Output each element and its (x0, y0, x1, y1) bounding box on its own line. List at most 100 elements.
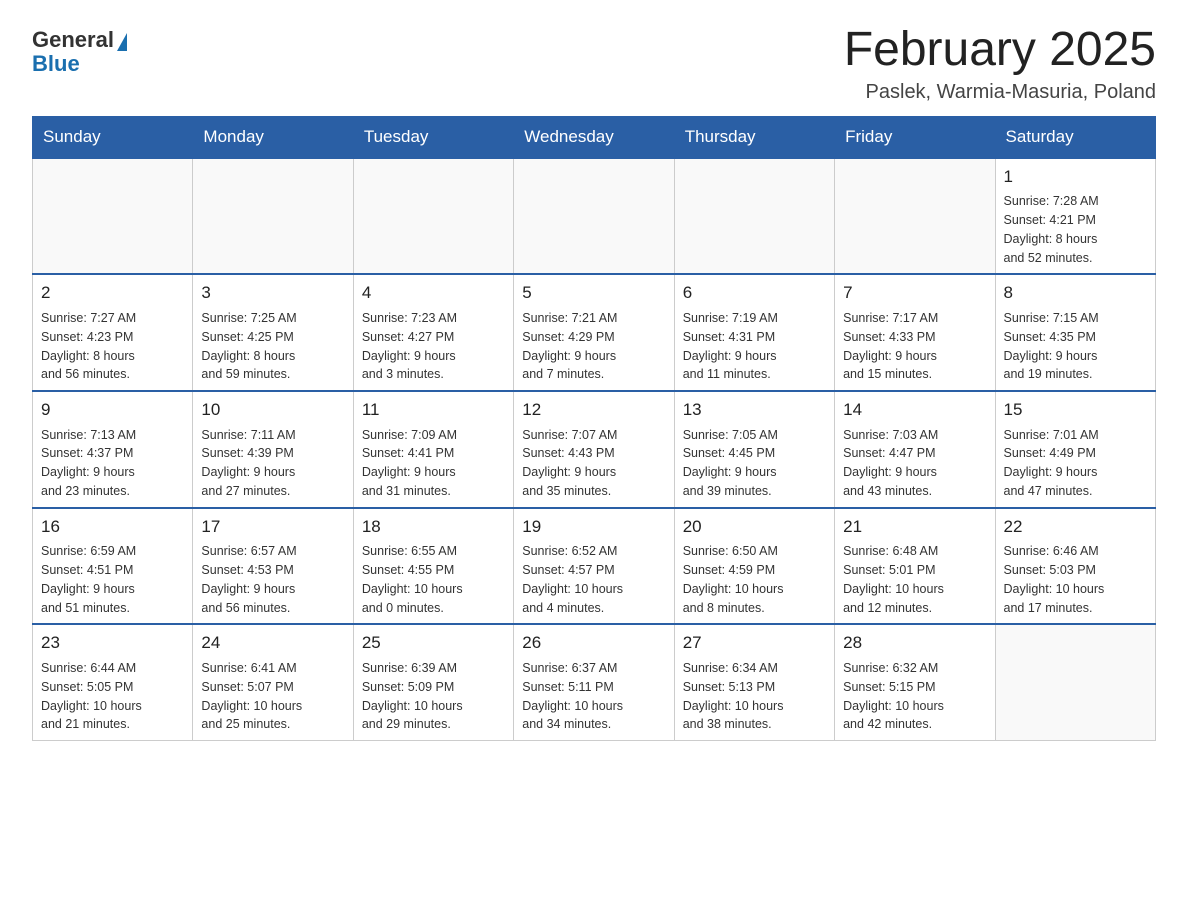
day-info: Sunrise: 6:59 AM Sunset: 4:51 PM Dayligh… (41, 542, 184, 617)
day-number: 11 (362, 398, 505, 423)
day-info: Sunrise: 7:09 AM Sunset: 4:41 PM Dayligh… (362, 426, 505, 501)
calendar-day-cell: 26 Sunrise: 6:37 AM Sunset: 5:11 PM Dayli… (514, 624, 674, 740)
day-info: Sunrise: 7:25 AM Sunset: 4:25 PM Dayligh… (201, 309, 344, 384)
day-number: 23 (41, 631, 184, 656)
day-info: Sunrise: 7:17 AM Sunset: 4:33 PM Dayligh… (843, 309, 986, 384)
day-info: Sunrise: 7:28 AM Sunset: 4:21 PM Dayligh… (1004, 192, 1147, 267)
calendar-day-cell: 4 Sunrise: 7:23 AM Sunset: 4:27 PM Daylig… (353, 274, 513, 391)
day-number: 15 (1004, 398, 1147, 423)
calendar-week-row: 1Sunrise: 7:28 AM Sunset: 4:21 PM Daylig… (33, 158, 1156, 275)
calendar-day-cell: 27 Sunrise: 6:34 AM Sunset: 5:13 PM Dayli… (674, 624, 834, 740)
calendar-day-cell (353, 158, 513, 275)
day-info: Sunrise: 6:48 AM Sunset: 5:01 PM Dayligh… (843, 542, 986, 617)
day-number: 26 (522, 631, 665, 656)
day-info: Sunrise: 7:13 AM Sunset: 4:37 PM Dayligh… (41, 426, 184, 501)
header-tuesday: Tuesday (353, 116, 513, 158)
logo-blue: Blue (32, 52, 80, 76)
day-number: 13 (683, 398, 826, 423)
header-monday: Monday (193, 116, 353, 158)
logo: General Blue (32, 28, 127, 76)
day-info: Sunrise: 6:55 AM Sunset: 4:55 PM Dayligh… (362, 542, 505, 617)
calendar-day-cell: 19Sunrise: 6:52 AM Sunset: 4:57 PM Dayli… (514, 508, 674, 625)
calendar-day-cell: 20Sunrise: 6:50 AM Sunset: 4:59 PM Dayli… (674, 508, 834, 625)
day-info: Sunrise: 7:21 AM Sunset: 4:29 PM Dayligh… (522, 309, 665, 384)
day-number: 3 (201, 281, 344, 306)
header-saturday: Saturday (995, 116, 1155, 158)
day-number: 27 (683, 631, 826, 656)
calendar-day-cell: 7Sunrise: 7:17 AM Sunset: 4:33 PM Daylig… (835, 274, 995, 391)
calendar-day-cell: 8 Sunrise: 7:15 AM Sunset: 4:35 PM Daylig… (995, 274, 1155, 391)
header: General Blue February 2025 Paslek, Warmi… (32, 24, 1156, 104)
calendar-day-cell: 14 Sunrise: 7:03 AM Sunset: 4:47 PM Dayli… (835, 391, 995, 508)
day-info: Sunrise: 7:11 AM Sunset: 4:39 PM Dayligh… (201, 426, 344, 501)
logo-general: General (32, 28, 114, 52)
header-friday: Friday (835, 116, 995, 158)
day-info: Sunrise: 6:44 AM Sunset: 5:05 PM Dayligh… (41, 659, 184, 734)
day-info: Sunrise: 6:39 AM Sunset: 5:09 PM Dayligh… (362, 659, 505, 734)
calendar-day-cell: 17Sunrise: 6:57 AM Sunset: 4:53 PM Dayli… (193, 508, 353, 625)
calendar-day-cell: 28 Sunrise: 6:32 AM Sunset: 5:15 PM Dayli… (835, 624, 995, 740)
day-number: 8 (1004, 281, 1147, 306)
day-number: 1 (1004, 165, 1147, 190)
calendar-day-cell: 18Sunrise: 6:55 AM Sunset: 4:55 PM Dayli… (353, 508, 513, 625)
day-info: Sunrise: 7:19 AM Sunset: 4:31 PM Dayligh… (683, 309, 826, 384)
calendar-day-cell (33, 158, 193, 275)
calendar-day-cell: 6 Sunrise: 7:19 AM Sunset: 4:31 PM Daylig… (674, 274, 834, 391)
day-number: 2 (41, 281, 184, 306)
calendar-day-cell: 16Sunrise: 6:59 AM Sunset: 4:51 PM Dayli… (33, 508, 193, 625)
day-number: 4 (362, 281, 505, 306)
calendar-title: February 2025 (844, 24, 1156, 77)
day-info: Sunrise: 6:46 AM Sunset: 5:03 PM Dayligh… (1004, 542, 1147, 617)
day-number: 19 (522, 515, 665, 540)
day-info: Sunrise: 6:32 AM Sunset: 5:15 PM Dayligh… (843, 659, 986, 734)
calendar-day-cell: 15 Sunrise: 7:01 AM Sunset: 4:49 PM Dayli… (995, 391, 1155, 508)
day-number: 9 (41, 398, 184, 423)
calendar-week-row: 23 Sunrise: 6:44 AM Sunset: 5:05 PM Dayli… (33, 624, 1156, 740)
calendar-day-cell: 9 Sunrise: 7:13 AM Sunset: 4:37 PM Daylig… (33, 391, 193, 508)
calendar-day-cell: 1Sunrise: 7:28 AM Sunset: 4:21 PM Daylig… (995, 158, 1155, 275)
day-info: Sunrise: 6:34 AM Sunset: 5:13 PM Dayligh… (683, 659, 826, 734)
day-number: 10 (201, 398, 344, 423)
calendar-week-row: 2 Sunrise: 7:27 AM Sunset: 4:23 PM Daylig… (33, 274, 1156, 391)
day-number: 20 (683, 515, 826, 540)
calendar-subtitle: Paslek, Warmia-Masuria, Poland (844, 81, 1156, 104)
title-block: February 2025 Paslek, Warmia-Masuria, Po… (844, 24, 1156, 104)
header-sunday: Sunday (33, 116, 193, 158)
calendar-day-cell (995, 624, 1155, 740)
calendar-day-cell: 24Sunrise: 6:41 AM Sunset: 5:07 PM Dayli… (193, 624, 353, 740)
day-number: 28 (843, 631, 986, 656)
day-info: Sunrise: 6:41 AM Sunset: 5:07 PM Dayligh… (201, 659, 344, 734)
day-number: 16 (41, 515, 184, 540)
day-info: Sunrise: 7:23 AM Sunset: 4:27 PM Dayligh… (362, 309, 505, 384)
day-info: Sunrise: 7:07 AM Sunset: 4:43 PM Dayligh… (522, 426, 665, 501)
day-info: Sunrise: 7:03 AM Sunset: 4:47 PM Dayligh… (843, 426, 986, 501)
day-number: 12 (522, 398, 665, 423)
day-number: 6 (683, 281, 826, 306)
calendar-day-cell: 21Sunrise: 6:48 AM Sunset: 5:01 PM Dayli… (835, 508, 995, 625)
day-info: Sunrise: 6:37 AM Sunset: 5:11 PM Dayligh… (522, 659, 665, 734)
header-thursday: Thursday (674, 116, 834, 158)
calendar-day-cell: 12 Sunrise: 7:07 AM Sunset: 4:43 PM Dayli… (514, 391, 674, 508)
calendar-day-cell (674, 158, 834, 275)
calendar-week-row: 9 Sunrise: 7:13 AM Sunset: 4:37 PM Daylig… (33, 391, 1156, 508)
calendar-day-cell: 23 Sunrise: 6:44 AM Sunset: 5:05 PM Dayli… (33, 624, 193, 740)
day-number: 14 (843, 398, 986, 423)
day-info: Sunrise: 7:01 AM Sunset: 4:49 PM Dayligh… (1004, 426, 1147, 501)
calendar-day-cell: 2 Sunrise: 7:27 AM Sunset: 4:23 PM Daylig… (33, 274, 193, 391)
calendar-day-cell: 3 Sunrise: 7:25 AM Sunset: 4:25 PM Daylig… (193, 274, 353, 391)
day-number: 21 (843, 515, 986, 540)
calendar-table: Sunday Monday Tuesday Wednesday Thursday… (32, 116, 1156, 741)
calendar-day-cell (193, 158, 353, 275)
day-number: 17 (201, 515, 344, 540)
calendar-day-cell: 5Sunrise: 7:21 AM Sunset: 4:29 PM Daylig… (514, 274, 674, 391)
calendar-day-cell: 25 Sunrise: 6:39 AM Sunset: 5:09 PM Dayli… (353, 624, 513, 740)
day-number: 25 (362, 631, 505, 656)
day-info: Sunrise: 7:05 AM Sunset: 4:45 PM Dayligh… (683, 426, 826, 501)
day-number: 18 (362, 515, 505, 540)
calendar-day-cell (514, 158, 674, 275)
calendar-day-cell: 10 Sunrise: 7:11 AM Sunset: 4:39 PM Dayli… (193, 391, 353, 508)
weekday-header-row: Sunday Monday Tuesday Wednesday Thursday… (33, 116, 1156, 158)
header-wednesday: Wednesday (514, 116, 674, 158)
day-info: Sunrise: 7:27 AM Sunset: 4:23 PM Dayligh… (41, 309, 184, 384)
day-info: Sunrise: 7:15 AM Sunset: 4:35 PM Dayligh… (1004, 309, 1147, 384)
